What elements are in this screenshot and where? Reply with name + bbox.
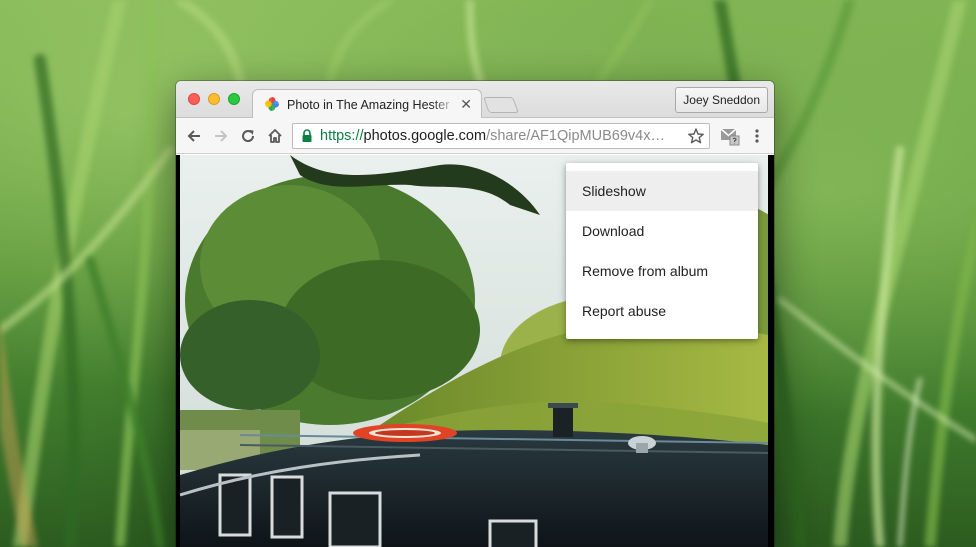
more-vert-icon[interactable] — [748, 127, 766, 145]
window-close-button[interactable] — [188, 93, 200, 105]
gmail-checker-extension-icon[interactable] — [720, 126, 740, 146]
photo-options-menu: Slideshow Download Remove from album Rep… — [566, 163, 758, 339]
address-bar[interactable]: https://photos.google.com/share/AF1QipMU… — [292, 123, 710, 149]
menu-item-slideshow[interactable]: Slideshow — [566, 171, 758, 211]
star-icon[interactable] — [687, 127, 705, 145]
tab-title: Photo in The Amazing Hester — [287, 98, 450, 112]
window-maximize-button[interactable] — [228, 93, 240, 105]
home-icon[interactable] — [266, 127, 284, 145]
back-arrow-icon[interactable] — [185, 127, 203, 145]
url-text: https://photos.google.com/share/AF1QipMU… — [320, 128, 665, 144]
tab-close-icon[interactable]: ✕ — [460, 96, 472, 113]
browser-tab[interactable]: Photo in The Amazing Hester ✕ — [252, 89, 482, 119]
window-minimize-button[interactable] — [208, 93, 220, 105]
reload-icon[interactable] — [239, 127, 257, 145]
menu-item-remove-from-album[interactable]: Remove from album — [566, 251, 758, 291]
url-scheme: https:// — [320, 128, 364, 144]
browser-toolbar: https://photos.google.com/share/AF1QipMU… — [176, 118, 774, 154]
menu-item-report-abuse[interactable]: Report abuse — [566, 291, 758, 331]
lock-icon — [302, 129, 312, 142]
google-photos-pinwheel-icon — [265, 97, 279, 111]
url-host: photos.google.com — [363, 128, 487, 144]
forward-arrow-icon[interactable] — [212, 127, 230, 145]
profile-button[interactable]: Joey Sneddon — [675, 87, 768, 113]
menu-item-download[interactable]: Download — [566, 211, 758, 251]
url-path: /share/AF1QipMUB69v4x… — [486, 128, 665, 144]
new-tab-button[interactable] — [483, 97, 519, 113]
title-bar: Photo in The Amazing Hester ✕ Joey Snedd… — [176, 81, 774, 119]
